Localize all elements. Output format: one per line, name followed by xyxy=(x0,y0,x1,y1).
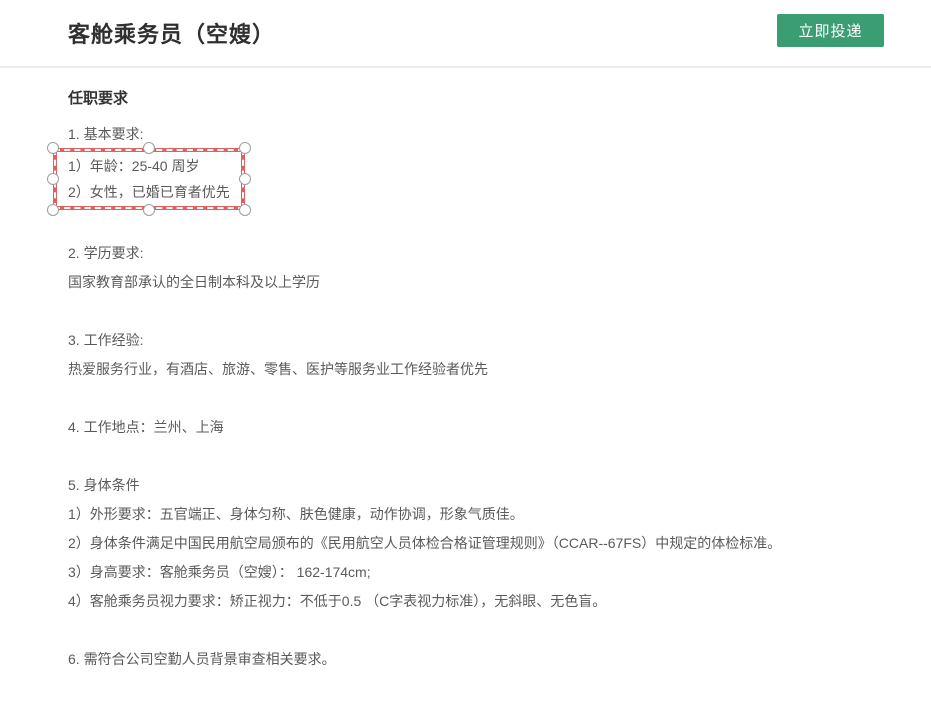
requirement-line: 2）身体条件满足中国民用航空局颁布的《民用航空人员体检合格证管理规则》（CCAR… xyxy=(68,533,871,553)
requirement-line: 1）外形要求：五官端正、身体匀称、肤色健康，动作协调，形象气质佳。 xyxy=(68,504,871,524)
selection-handle-nw[interactable] xyxy=(47,142,59,154)
selection-handle-s[interactable] xyxy=(143,204,155,216)
apply-button[interactable]: 立即投递 xyxy=(777,14,884,47)
selection-handle-w[interactable] xyxy=(47,173,59,185)
requirement-line: 国家教育部承认的全日制本科及以上学历 xyxy=(68,272,871,292)
requirement-line: 4）客舱乘务员视力要求：矫正视力：不低于0.5 （C字表视力标准），无斜眼、无色… xyxy=(68,591,871,611)
requirement-group-title: 6. 需符合公司空勤人员背景审查相关要求。 xyxy=(68,649,871,669)
requirement-line: 3）身高要求：客舱乘务员（空嫂）： 162-174cm; xyxy=(68,562,871,582)
selection-handle-sw[interactable] xyxy=(47,204,59,216)
requirement-group-title: 5. 身体条件 xyxy=(68,475,871,495)
requirement-group-title: 3. 工作经验: xyxy=(68,330,871,350)
job-detail-page: 客舱乘务员（空嫂） 立即投递 任职要求 1. 基本要求: 1）年龄：25-40 … xyxy=(0,0,931,704)
job-header: 客舱乘务员（空嫂） 立即投递 xyxy=(0,0,931,68)
section-heading: 任职要求 xyxy=(68,89,871,109)
selection-handle-se[interactable] xyxy=(239,204,251,216)
requirement-line: 2）女性，已婚已育者优先 xyxy=(68,179,230,205)
job-requirements-section: 任职要求 1. 基本要求: 1）年龄：25-40 周岁 2）女性，已婚已育者优先… xyxy=(0,89,931,669)
requirement-group-title: 1. 基本要求: xyxy=(68,124,871,144)
requirement-group-title: 2. 学历要求: xyxy=(68,243,871,263)
requirement-group-title: 4. 工作地点：兰州、上海 xyxy=(68,417,871,437)
selection-handle-n[interactable] xyxy=(143,142,155,154)
selection-handle-e[interactable] xyxy=(239,173,251,185)
requirement-line: 热爱服务行业，有酒店、旅游、零售、医护等服务业工作经验者优先 xyxy=(68,359,871,379)
selection-handle-ne[interactable] xyxy=(239,142,251,154)
page-title: 客舱乘务员（空嫂） xyxy=(68,17,275,49)
annotation-selection-box[interactable]: 1）年龄：25-40 周岁 2）女性，已婚已育者优先 xyxy=(53,148,245,210)
requirement-line: 1）年龄：25-40 周岁 xyxy=(68,153,230,179)
